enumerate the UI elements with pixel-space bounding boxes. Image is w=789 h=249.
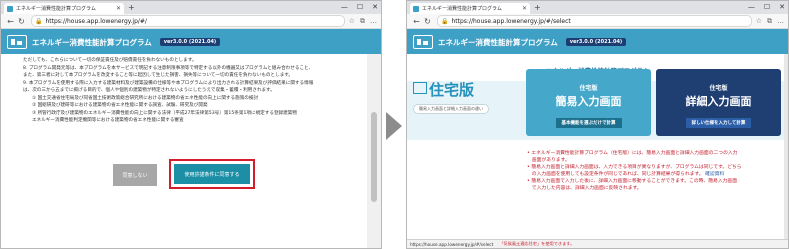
tab-title: エネルギー消費性能計算プログラム xyxy=(16,6,96,12)
tab-bar: エネルギー消費性能計算プログラム ✕ + — ☐ ✕ xyxy=(407,1,788,14)
version-badge: ver3.0.0 (2021.04) xyxy=(565,38,627,46)
card-edition: 住宅版 xyxy=(579,85,598,92)
card-name: 詳細入力画面 xyxy=(685,95,752,108)
disagree-button[interactable]: 同意しない xyxy=(113,164,157,186)
browser-tools: ☆ ⧉ … xyxy=(349,17,377,26)
agree-button-highlight: 使用許諾条件に同意する xyxy=(169,159,255,189)
more-menu-icon[interactable]: … xyxy=(370,17,377,26)
favorite-icon[interactable]: ☆ xyxy=(756,17,762,26)
collections-icon[interactable]: ⧉ xyxy=(360,17,365,26)
minimize-icon[interactable]: — xyxy=(748,1,755,14)
note-line: 画面があります。 xyxy=(527,158,570,163)
browser-tab[interactable]: エネルギー消費性能計算プログラム ✕ xyxy=(4,3,124,14)
terms-line: は、次の三から五までに掲げる目的で、個人や個別の建築物が特定されないようにしたう… xyxy=(23,88,275,93)
terms-line: ただしても、これらについて一切の保証責任及び賠償責任を負わないものとします。 xyxy=(23,58,197,63)
terms-line: また、第三者に対して本プログラムを改変すること等に起因して生じた損害、損失等につ… xyxy=(23,73,294,78)
tab-title: エネルギー消費性能計算プログラム xyxy=(422,6,502,12)
app-header: エネルギー消費性能計算プログラム ver3.0.0 (2021.04) xyxy=(1,29,381,55)
terms-line: ① 国土交通省住宅局及び同省国土技術政策総合研究所における建築物の省エネ性能の向… xyxy=(32,95,259,101)
house-icon xyxy=(413,82,427,94)
terms-page: ただしても、これらについて一切の保証責任及び賠償責任を負わないものとします。 8… xyxy=(1,54,367,248)
scrollbar[interactable] xyxy=(367,54,381,248)
refresh-icon[interactable]: ↻ xyxy=(16,17,27,26)
simple-input-button[interactable]: 基本機能を選ぶだけで計算 xyxy=(555,118,622,128)
lock-icon: 🔒 xyxy=(35,17,43,25)
window-controls: — ☐ ✕ xyxy=(748,1,785,14)
consent-buttons: 同意しない 使用許諾条件に同意する xyxy=(1,159,367,189)
note-line: • エネルギー消費性能計算プログラム（住宅版）には、簡易入力画面と詳細入力画面の… xyxy=(527,151,738,156)
detail-input-card[interactable]: 住宅版 詳細入力画面 詳しい仕様を入力して計算 xyxy=(656,69,781,136)
address-bar-row: ← ↻ 🔒 https://house.app.lowenergy.jp/#/ … xyxy=(1,14,381,29)
status-bar: https://house.app.lowenergy.jp/#/select … xyxy=(407,239,788,248)
browser-tools: ☆ ⧉ … xyxy=(756,17,784,26)
address-bar-row: ← ↻ 🔒 https://house.app.lowenergy.jp/#/s… xyxy=(407,14,788,29)
close-window-icon[interactable]: ✕ xyxy=(372,1,378,14)
note-line: • 簡易入力画面で入力した後に、詳細入力画面に移動することができます。この時、簡… xyxy=(527,179,738,184)
terms-line: エネルギー消費性能判定機関等における建築物の省エネ性能に関する審査 xyxy=(32,118,184,123)
back-icon[interactable]: ← xyxy=(411,17,422,26)
maximize-icon[interactable]: ☐ xyxy=(764,1,770,14)
transition-arrow-icon xyxy=(386,112,402,140)
mode-select-area: 住宅版 簡易入力画面と詳細入力画面の違い 住宅版 簡易入力画面 基本機能を選ぶだ… xyxy=(407,69,788,140)
terms-line: 8. プログラム開発元等は、本プログラムを本サービスで明記する注意制限事項等で特… xyxy=(23,65,314,71)
terms-line: ② 国総研及び建研等における建築物の省エネ性能に関する調査、試験、研究及び開発 xyxy=(32,103,208,108)
terms-text: ただしても、これらについて一切の保証責任及び賠償責任を負わないものとします。 8… xyxy=(1,54,367,125)
notes-list: • エネルギー消費性能計算プログラム（住宅版）には、簡易入力画面と詳細入力画面の… xyxy=(407,150,788,192)
favorite-icon[interactable]: ☆ xyxy=(349,17,355,26)
collections-icon[interactable]: ⧉ xyxy=(767,17,772,26)
url-text: https://house.app.lowenergy.jp/#/select xyxy=(451,17,571,25)
favicon-icon xyxy=(413,5,419,12)
note-line: • 簡易入力画面と詳細入力画面は、入力できる項目が異なりますが、プログラムは同じ… xyxy=(527,165,742,170)
new-tab-icon[interactable]: + xyxy=(534,3,541,13)
address-bar[interactable]: 🔒 https://house.app.lowenergy.jp/#/ xyxy=(31,15,345,27)
new-tab-icon[interactable]: + xyxy=(128,3,135,13)
maximize-icon[interactable]: ☐ xyxy=(357,1,363,14)
close-window-icon[interactable]: ✕ xyxy=(779,1,785,14)
app-logo-icon xyxy=(7,35,27,49)
simple-input-card[interactable]: 住宅版 簡易入力画面 基本機能を選ぶだけで計算 xyxy=(526,69,651,136)
close-tab-icon[interactable]: ✕ xyxy=(522,5,527,12)
address-bar[interactable]: 🔒 https://house.app.lowenergy.jp/#/selec… xyxy=(437,15,752,27)
window-controls: — ☐ ✕ xyxy=(341,1,378,14)
scrollbar-thumb[interactable] xyxy=(371,112,377,202)
refresh-icon[interactable]: ↻ xyxy=(422,17,433,26)
confirm-doc-link[interactable]: 確認資料 xyxy=(705,172,724,177)
select-page: エネルギー消費性能計算プログラム 住宅版 簡易入力画面と詳細入力画面の違い 住宅… xyxy=(407,54,788,240)
app-title: エネルギー消費性能計算プログラム xyxy=(438,37,558,47)
card-edition: 住宅版 xyxy=(709,85,728,92)
scrollbar[interactable] xyxy=(784,54,788,240)
version-badge: ver3.0.0 (2021.04) xyxy=(159,38,221,46)
detail-input-button[interactable]: 詳しい仕様を入力して計算 xyxy=(685,118,752,128)
card-name: 簡易入力画面 xyxy=(555,95,622,108)
edition-title: 住宅版 xyxy=(429,81,475,99)
browser-tab[interactable]: エネルギー消費性能計算プログラム ✕ xyxy=(410,3,530,14)
terms-line: ③ 所管行政庁及び建築物のエネルギー消費性能の向上に関する法律（平成27年法律第… xyxy=(32,110,297,116)
app-logo-icon xyxy=(413,35,433,49)
close-tab-icon[interactable]: ✕ xyxy=(116,5,121,12)
url-text: https://house.app.lowenergy.jp/#/ xyxy=(45,17,147,25)
app-title: エネルギー消費性能計算プログラム xyxy=(32,37,152,47)
back-icon[interactable]: ← xyxy=(5,17,16,26)
browser-window-right: エネルギー消費性能計算プログラム ✕ + — ☐ ✕ ← ↻ 🔒 https:/… xyxy=(406,0,789,249)
favicon-icon xyxy=(7,5,13,12)
tab-bar: エネルギー消費性能計算プログラム ✕ + — ☐ ✕ xyxy=(1,1,381,14)
agree-button[interactable]: 使用許諾条件に同意する xyxy=(174,164,250,184)
more-menu-icon[interactable]: … xyxy=(777,17,784,26)
note-line: で入力した内容は、詳細入力画面に反映されます。 xyxy=(527,186,642,191)
note-line: の入力画面を使用しても設定条件が同じであれば、同じ計算結果が得られます。 確認資… xyxy=(527,172,725,177)
browser-window-left: エネルギー消費性能計算プログラム ✕ + — ☐ ✕ ← ↻ 🔒 https:/… xyxy=(0,0,382,249)
difference-link[interactable]: 簡易入力画面と詳細入力画面の違い xyxy=(413,104,489,114)
lock-icon: 🔒 xyxy=(441,17,449,25)
terms-line: 9. 本プログラムを使用する際に入力する建築材料及び建築設備の仕様等や本プログラ… xyxy=(23,80,314,86)
minimize-icon[interactable]: — xyxy=(341,1,348,14)
status-url: https://house.app.lowenergy.jp/#/select xyxy=(410,241,494,247)
status-note: 「気候風土適応住宅」を使用できます。 xyxy=(499,241,575,246)
app-header: エネルギー消費性能計算プログラム ver3.0.0 (2021.04) xyxy=(407,29,788,55)
